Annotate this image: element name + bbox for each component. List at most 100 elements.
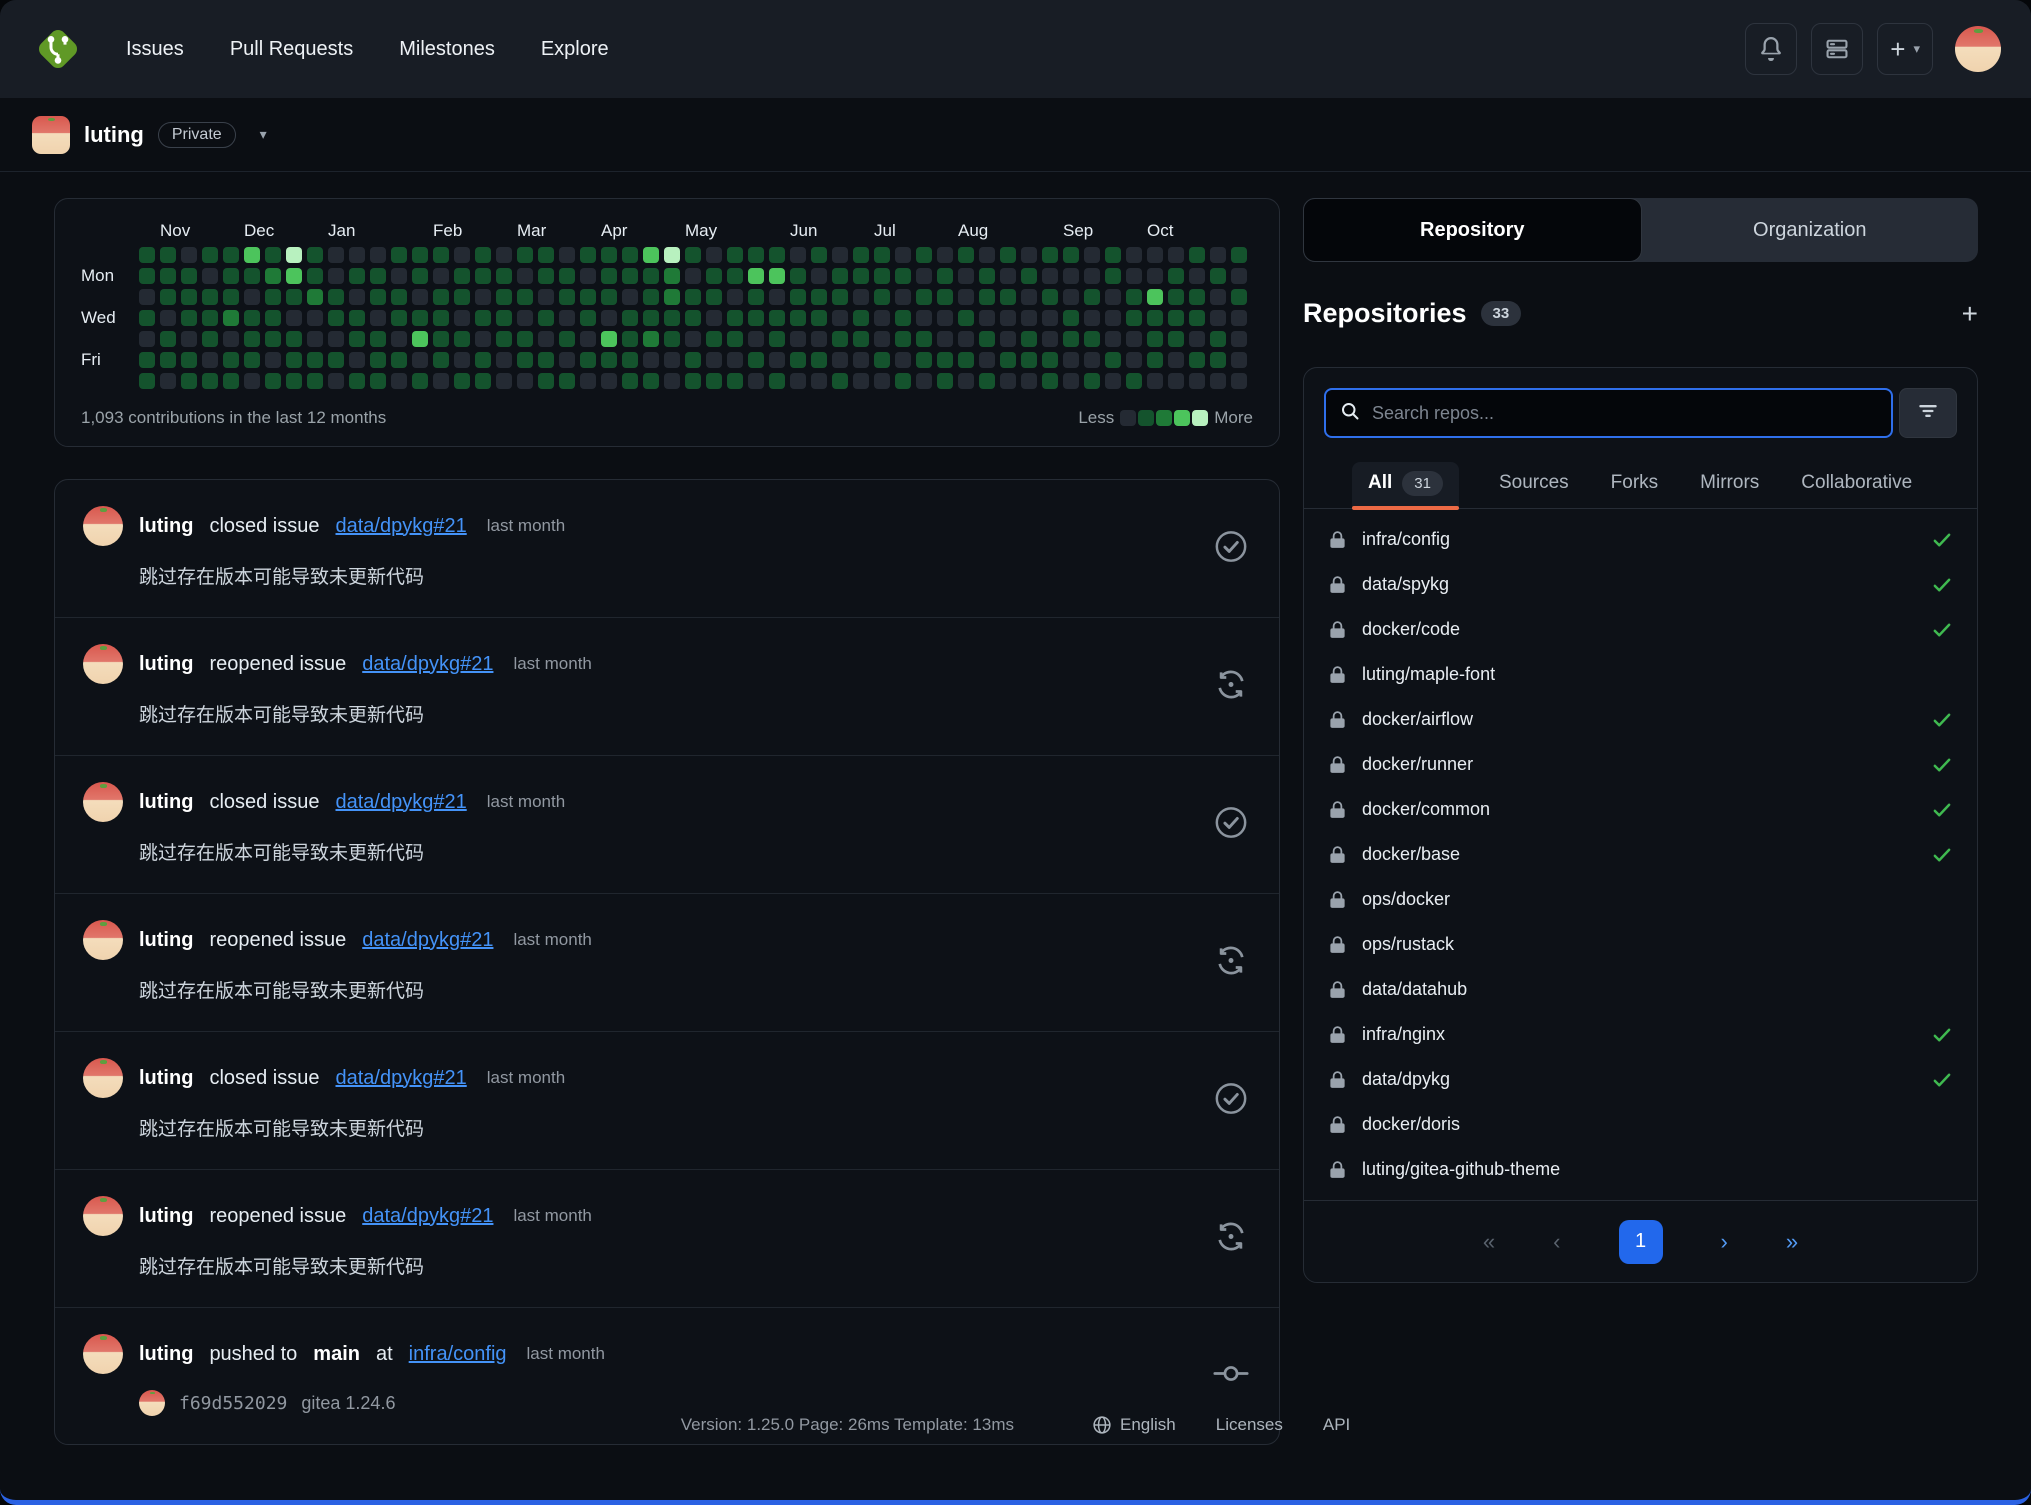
- feed-username[interactable]: luting: [139, 1343, 193, 1366]
- repo-name[interactable]: docker/base: [1362, 844, 1460, 865]
- feed-avatar[interactable]: [83, 782, 123, 822]
- gitea-logo-icon[interactable]: [30, 21, 86, 77]
- nav-link-pull-requests[interactable]: Pull Requests: [230, 38, 353, 61]
- repo-name[interactable]: ops/rustack: [1362, 934, 1454, 955]
- feed-repo-link[interactable]: infra/config: [409, 1343, 507, 1366]
- repo-name[interactable]: ops/docker: [1362, 889, 1450, 910]
- repo-row[interactable]: docker/doris: [1322, 1102, 1959, 1147]
- pagination-page-current[interactable]: 1: [1619, 1220, 1663, 1264]
- admin-panel-button[interactable]: [1811, 23, 1863, 75]
- nav-link-issues[interactable]: Issues: [126, 38, 184, 61]
- repo-name[interactable]: docker/doris: [1362, 1114, 1460, 1135]
- repo-filter-tab-sources[interactable]: Sources: [1497, 462, 1571, 508]
- notifications-button[interactable]: [1745, 23, 1797, 75]
- heatmap-cell: [538, 247, 554, 263]
- repo-row[interactable]: docker/airflow: [1322, 697, 1959, 742]
- footer-link-api[interactable]: API: [1323, 1415, 1350, 1435]
- pagination-first-button[interactable]: «: [1483, 1229, 1495, 1255]
- commit-sha-link[interactable]: f69d552029: [179, 1393, 287, 1414]
- repo-row[interactable]: docker/code: [1322, 607, 1959, 652]
- repo-row[interactable]: docker/common: [1322, 787, 1959, 832]
- feed-username[interactable]: luting: [139, 791, 193, 814]
- heatmap-cell: [496, 352, 512, 368]
- heatmap-cell: [769, 373, 785, 389]
- repo-row[interactable]: ops/rustack: [1322, 922, 1959, 967]
- repo-name[interactable]: luting/gitea-github-theme: [1362, 1159, 1560, 1180]
- repo-row[interactable]: infra/config: [1322, 517, 1959, 562]
- lock-icon: [1328, 1070, 1347, 1089]
- search-input[interactable]: [1372, 403, 1877, 424]
- heatmap-cell: [1084, 268, 1100, 284]
- repo-row[interactable]: luting/gitea-github-theme: [1322, 1147, 1959, 1192]
- heatmap-cell: [307, 268, 323, 284]
- repo-filter-button[interactable]: [1899, 388, 1957, 438]
- repo-name[interactable]: luting/maple-font: [1362, 664, 1495, 685]
- feed-avatar[interactable]: [83, 1196, 123, 1236]
- feed-username[interactable]: luting: [139, 1205, 193, 1228]
- feed-avatar[interactable]: [83, 920, 123, 960]
- context-avatar[interactable]: [32, 116, 70, 154]
- repo-name[interactable]: data/spykg: [1362, 574, 1449, 595]
- heatmap-cell: [727, 373, 743, 389]
- repo-filter-tab-forks[interactable]: Forks: [1609, 462, 1661, 508]
- repo-row[interactable]: docker/runner: [1322, 742, 1959, 787]
- heatmap-cell: [202, 268, 218, 284]
- user-avatar[interactable]: [1955, 26, 2001, 72]
- feed-username[interactable]: luting: [139, 929, 193, 952]
- repo-name[interactable]: docker/runner: [1362, 754, 1473, 775]
- feed-repo-link[interactable]: data/dpykg#21: [336, 791, 467, 814]
- nav-link-explore[interactable]: Explore: [541, 38, 609, 61]
- tab-organization[interactable]: Organization: [1642, 198, 1979, 262]
- repo-name[interactable]: docker/common: [1362, 799, 1490, 820]
- repo-row[interactable]: data/datahub: [1322, 967, 1959, 1012]
- heatmap-cell: [1210, 289, 1226, 305]
- repo-name[interactable]: docker/code: [1362, 619, 1460, 640]
- repo-filter-tab-mirrors[interactable]: Mirrors: [1698, 462, 1761, 508]
- heatmap-cell: [328, 373, 344, 389]
- repo-row[interactable]: data/dpykg: [1322, 1057, 1959, 1102]
- footer-link-english[interactable]: English: [1092, 1415, 1176, 1435]
- repo-row[interactable]: infra/nginx: [1322, 1012, 1959, 1057]
- feed-avatar[interactable]: [83, 644, 123, 684]
- heatmap-cell: [958, 268, 974, 284]
- feed-branch-name[interactable]: main: [313, 1343, 360, 1366]
- heatmap-cell: [727, 247, 743, 263]
- feed-repo-link[interactable]: data/dpykg#21: [362, 1205, 493, 1228]
- repo-name[interactable]: docker/airflow: [1362, 709, 1473, 730]
- repo-name[interactable]: infra/config: [1362, 529, 1450, 550]
- heatmap-cell: [1189, 352, 1205, 368]
- pagination-prev-button[interactable]: ‹: [1553, 1229, 1560, 1255]
- feed-username[interactable]: luting: [139, 1067, 193, 1090]
- pagination-next-button[interactable]: ›: [1721, 1229, 1728, 1255]
- repo-name[interactable]: data/datahub: [1362, 979, 1467, 1000]
- feed-repo-link[interactable]: data/dpykg#21: [336, 515, 467, 538]
- feed-avatar[interactable]: [83, 1334, 123, 1374]
- heatmap-cell: [244, 331, 260, 347]
- heatmap-cell: [601, 352, 617, 368]
- repo-row[interactable]: ops/docker: [1322, 877, 1959, 922]
- feed-repo-link[interactable]: data/dpykg#21: [362, 653, 493, 676]
- nav-link-milestones[interactable]: Milestones: [399, 38, 495, 61]
- tab-repository[interactable]: Repository: [1303, 198, 1642, 262]
- pagination-last-button[interactable]: »: [1786, 1229, 1798, 1255]
- feed-repo-link[interactable]: data/dpykg#21: [362, 929, 493, 952]
- feed-repo-link[interactable]: data/dpykg#21: [336, 1067, 467, 1090]
- heatmap-cell: [1042, 373, 1058, 389]
- feed-username[interactable]: luting: [139, 515, 193, 538]
- repo-row[interactable]: luting/maple-font: [1322, 652, 1959, 697]
- repo-row[interactable]: docker/base: [1322, 832, 1959, 877]
- repo-name[interactable]: infra/nginx: [1362, 1024, 1445, 1045]
- repo-name[interactable]: data/dpykg: [1362, 1069, 1450, 1090]
- create-new-button[interactable]: + ▾: [1877, 23, 1933, 75]
- heatmap-cell: [559, 331, 575, 347]
- add-repository-button[interactable]: +: [1962, 300, 1978, 328]
- feed-avatar[interactable]: [83, 506, 123, 546]
- repo-row[interactable]: data/spykg: [1322, 562, 1959, 607]
- feed-avatar[interactable]: [83, 1058, 123, 1098]
- repo-filter-tab-collaborative[interactable]: Collaborative: [1799, 462, 1914, 508]
- feed-username[interactable]: luting: [139, 653, 193, 676]
- repo-filter-tab-all[interactable]: All31: [1352, 462, 1459, 508]
- heatmap-cell: [706, 331, 722, 347]
- context-switcher-caret-icon[interactable]: ▾: [260, 126, 267, 143]
- footer-link-licenses[interactable]: Licenses: [1216, 1415, 1283, 1435]
